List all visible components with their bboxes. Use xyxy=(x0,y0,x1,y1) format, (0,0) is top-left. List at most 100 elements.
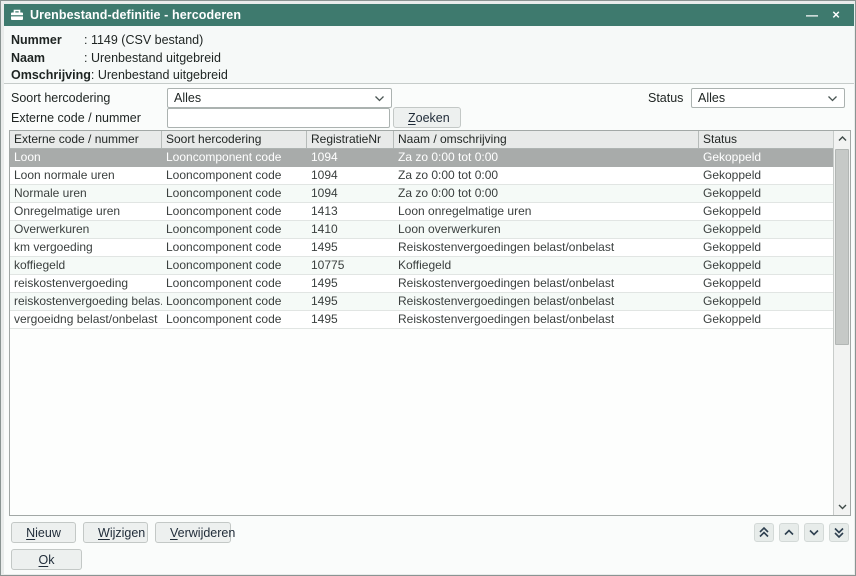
omschrijving-label: Omschrijving xyxy=(11,67,91,85)
externe-code-label: Externe code / nummer xyxy=(11,111,141,125)
last-record-icon[interactable] xyxy=(829,523,849,542)
status-label: Status xyxy=(648,91,683,105)
scrollbar-thumb[interactable] xyxy=(835,149,849,345)
dialog-window: Urenbestand-definitie - hercoderen — × N… xyxy=(0,0,856,576)
separator: : xyxy=(91,68,98,82)
externe-code-input[interactable] xyxy=(167,108,390,128)
column-header-status[interactable]: Status xyxy=(699,131,833,148)
table-cell: Gekoppeld xyxy=(699,311,833,328)
table-cell: reiskostenvergoeding belas... xyxy=(10,293,162,310)
table-cell: Za zo 0:00 tot 0:00 xyxy=(394,149,699,166)
soort-hercodering-select[interactable]: Alles xyxy=(167,88,392,108)
table-cell: 1094 xyxy=(307,149,394,166)
table-cell: Gekoppeld xyxy=(699,203,833,220)
table-cell: Gekoppeld xyxy=(699,221,833,238)
table-cell: Reiskostenvergoedingen belast/onbelast xyxy=(394,311,699,328)
status-select[interactable]: Alles xyxy=(691,88,845,108)
soort-hercodering-label: Soort hercodering xyxy=(11,91,110,105)
table-row[interactable]: reiskostenvergoedingLooncomponent code14… xyxy=(10,275,833,293)
column-header-naam-omschrijving[interactable]: Naam / omschrijving xyxy=(394,131,699,148)
table-cell: Gekoppeld xyxy=(699,167,833,184)
table-header-row: Externe code / nummer Soort hercodering … xyxy=(10,131,833,149)
table-cell: 1495 xyxy=(307,293,394,310)
table-cell: Loon onregelmatige uren xyxy=(394,203,699,220)
previous-record-icon[interactable] xyxy=(779,523,799,542)
table-cell: 1413 xyxy=(307,203,394,220)
table-cell: 1495 xyxy=(307,239,394,256)
table-row[interactable]: LoonLooncomponent code1094Za zo 0:00 tot… xyxy=(10,149,833,167)
zoeken-button[interactable]: Zoeken xyxy=(393,107,461,128)
scroll-up-icon[interactable] xyxy=(834,131,850,147)
record-info-panel: Nummer: 1149 (CSV bestand) Naam: Urenbes… xyxy=(4,26,854,84)
soort-hercodering-value: Alles xyxy=(174,91,374,105)
table-cell: Gekoppeld xyxy=(699,275,833,292)
verwijderen-button[interactable]: Verwijderen xyxy=(155,522,231,543)
table-cell: Za zo 0:00 tot 0:00 xyxy=(394,167,699,184)
close-icon[interactable]: × xyxy=(824,4,848,26)
table-cell: Gekoppeld xyxy=(699,257,833,274)
briefcase-icon xyxy=(10,9,24,21)
scroll-down-icon[interactable] xyxy=(834,499,850,515)
table-cell: 10775 xyxy=(307,257,394,274)
nummer-label: Nummer xyxy=(11,32,84,50)
vertical-scrollbar[interactable] xyxy=(833,131,850,515)
table-body: LoonLooncomponent code1094Za zo 0:00 tot… xyxy=(10,149,833,329)
table-cell: Loon normale uren xyxy=(10,167,162,184)
record-navigation xyxy=(754,523,849,542)
table-row[interactable]: km vergoedingLooncomponent code1495Reisk… xyxy=(10,239,833,257)
title-bar: Urenbestand-definitie - hercoderen — × xyxy=(4,4,854,26)
table-cell: km vergoeding xyxy=(10,239,162,256)
table-row[interactable]: reiskostenvergoeding belas...Looncompone… xyxy=(10,293,833,311)
info-row-nummer: Nummer: 1149 (CSV bestand) xyxy=(11,32,854,50)
column-header-soort-hercodering[interactable]: Soort hercodering xyxy=(162,131,307,148)
table-cell: 1410 xyxy=(307,221,394,238)
table-cell: Loon xyxy=(10,149,162,166)
column-header-registratienr[interactable]: RegistratieNr xyxy=(307,131,394,148)
table-cell: 1094 xyxy=(307,167,394,184)
table-cell: Overwerkuren xyxy=(10,221,162,238)
table-cell: Looncomponent code xyxy=(162,293,307,310)
table-cell: Looncomponent code xyxy=(162,185,307,202)
table-row[interactable]: Loon normale urenLooncomponent code1094Z… xyxy=(10,167,833,185)
naam-label: Naam xyxy=(11,50,84,68)
chevron-down-icon xyxy=(374,95,385,102)
table-cell: Gekoppeld xyxy=(699,239,833,256)
omschrijving-value: Urenbestand uitgebreid xyxy=(98,68,228,82)
window-title: Urenbestand-definitie - hercoderen xyxy=(30,8,800,22)
table-cell: 1094 xyxy=(307,185,394,202)
table-cell: 1495 xyxy=(307,311,394,328)
info-row-omschrijving: Omschrijving: Urenbestand uitgebreid xyxy=(11,67,854,85)
table-cell: Gekoppeld xyxy=(699,293,833,310)
table-cell: Looncomponent code xyxy=(162,311,307,328)
table-cell: Onregelmatige uren xyxy=(10,203,162,220)
next-record-icon[interactable] xyxy=(804,523,824,542)
table-row[interactable]: OverwerkurenLooncomponent code1410Loon o… xyxy=(10,221,833,239)
table-cell: Looncomponent code xyxy=(162,257,307,274)
table-cell: Za zo 0:00 tot 0:00 xyxy=(394,185,699,202)
table-cell: Looncomponent code xyxy=(162,221,307,238)
nieuw-button[interactable]: Nieuw xyxy=(11,522,76,543)
table-row[interactable]: koffiegeldLooncomponent code10775Koffieg… xyxy=(10,257,833,275)
column-header-externe-code[interactable]: Externe code / nummer xyxy=(10,131,162,148)
table-cell: Looncomponent code xyxy=(162,167,307,184)
table-rows-area: Externe code / nummer Soort hercodering … xyxy=(10,131,833,515)
table-cell: vergoeidng belast/onbelast xyxy=(10,311,162,328)
table-cell: Koffiegeld xyxy=(394,257,699,274)
first-record-icon[interactable] xyxy=(754,523,774,542)
table-cell: Reiskostenvergoedingen belast/onbelast xyxy=(394,293,699,310)
table-cell: Looncomponent code xyxy=(162,239,307,256)
table-row[interactable]: vergoeidng belast/onbelastLooncomponent … xyxy=(10,311,833,329)
minimize-icon[interactable]: — xyxy=(800,4,824,26)
separator: : xyxy=(84,51,91,65)
status-value: Alles xyxy=(698,91,827,105)
table-cell: reiskostenvergoeding xyxy=(10,275,162,292)
wijzigen-button[interactable]: Wijzigen xyxy=(83,522,148,543)
info-row-naam: Naam: Urenbestand uitgebreid xyxy=(11,50,854,68)
table-row[interactable]: Onregelmatige urenLooncomponent code1413… xyxy=(10,203,833,221)
dialog-body: Urenbestand-definitie - hercoderen — × N… xyxy=(4,4,854,574)
table-row[interactable]: Normale urenLooncomponent code1094Za zo … xyxy=(10,185,833,203)
table-cell: koffiegeld xyxy=(10,257,162,274)
naam-value: Urenbestand uitgebreid xyxy=(91,51,221,65)
table-cell: Normale uren xyxy=(10,185,162,202)
ok-button[interactable]: Ok xyxy=(11,549,82,570)
